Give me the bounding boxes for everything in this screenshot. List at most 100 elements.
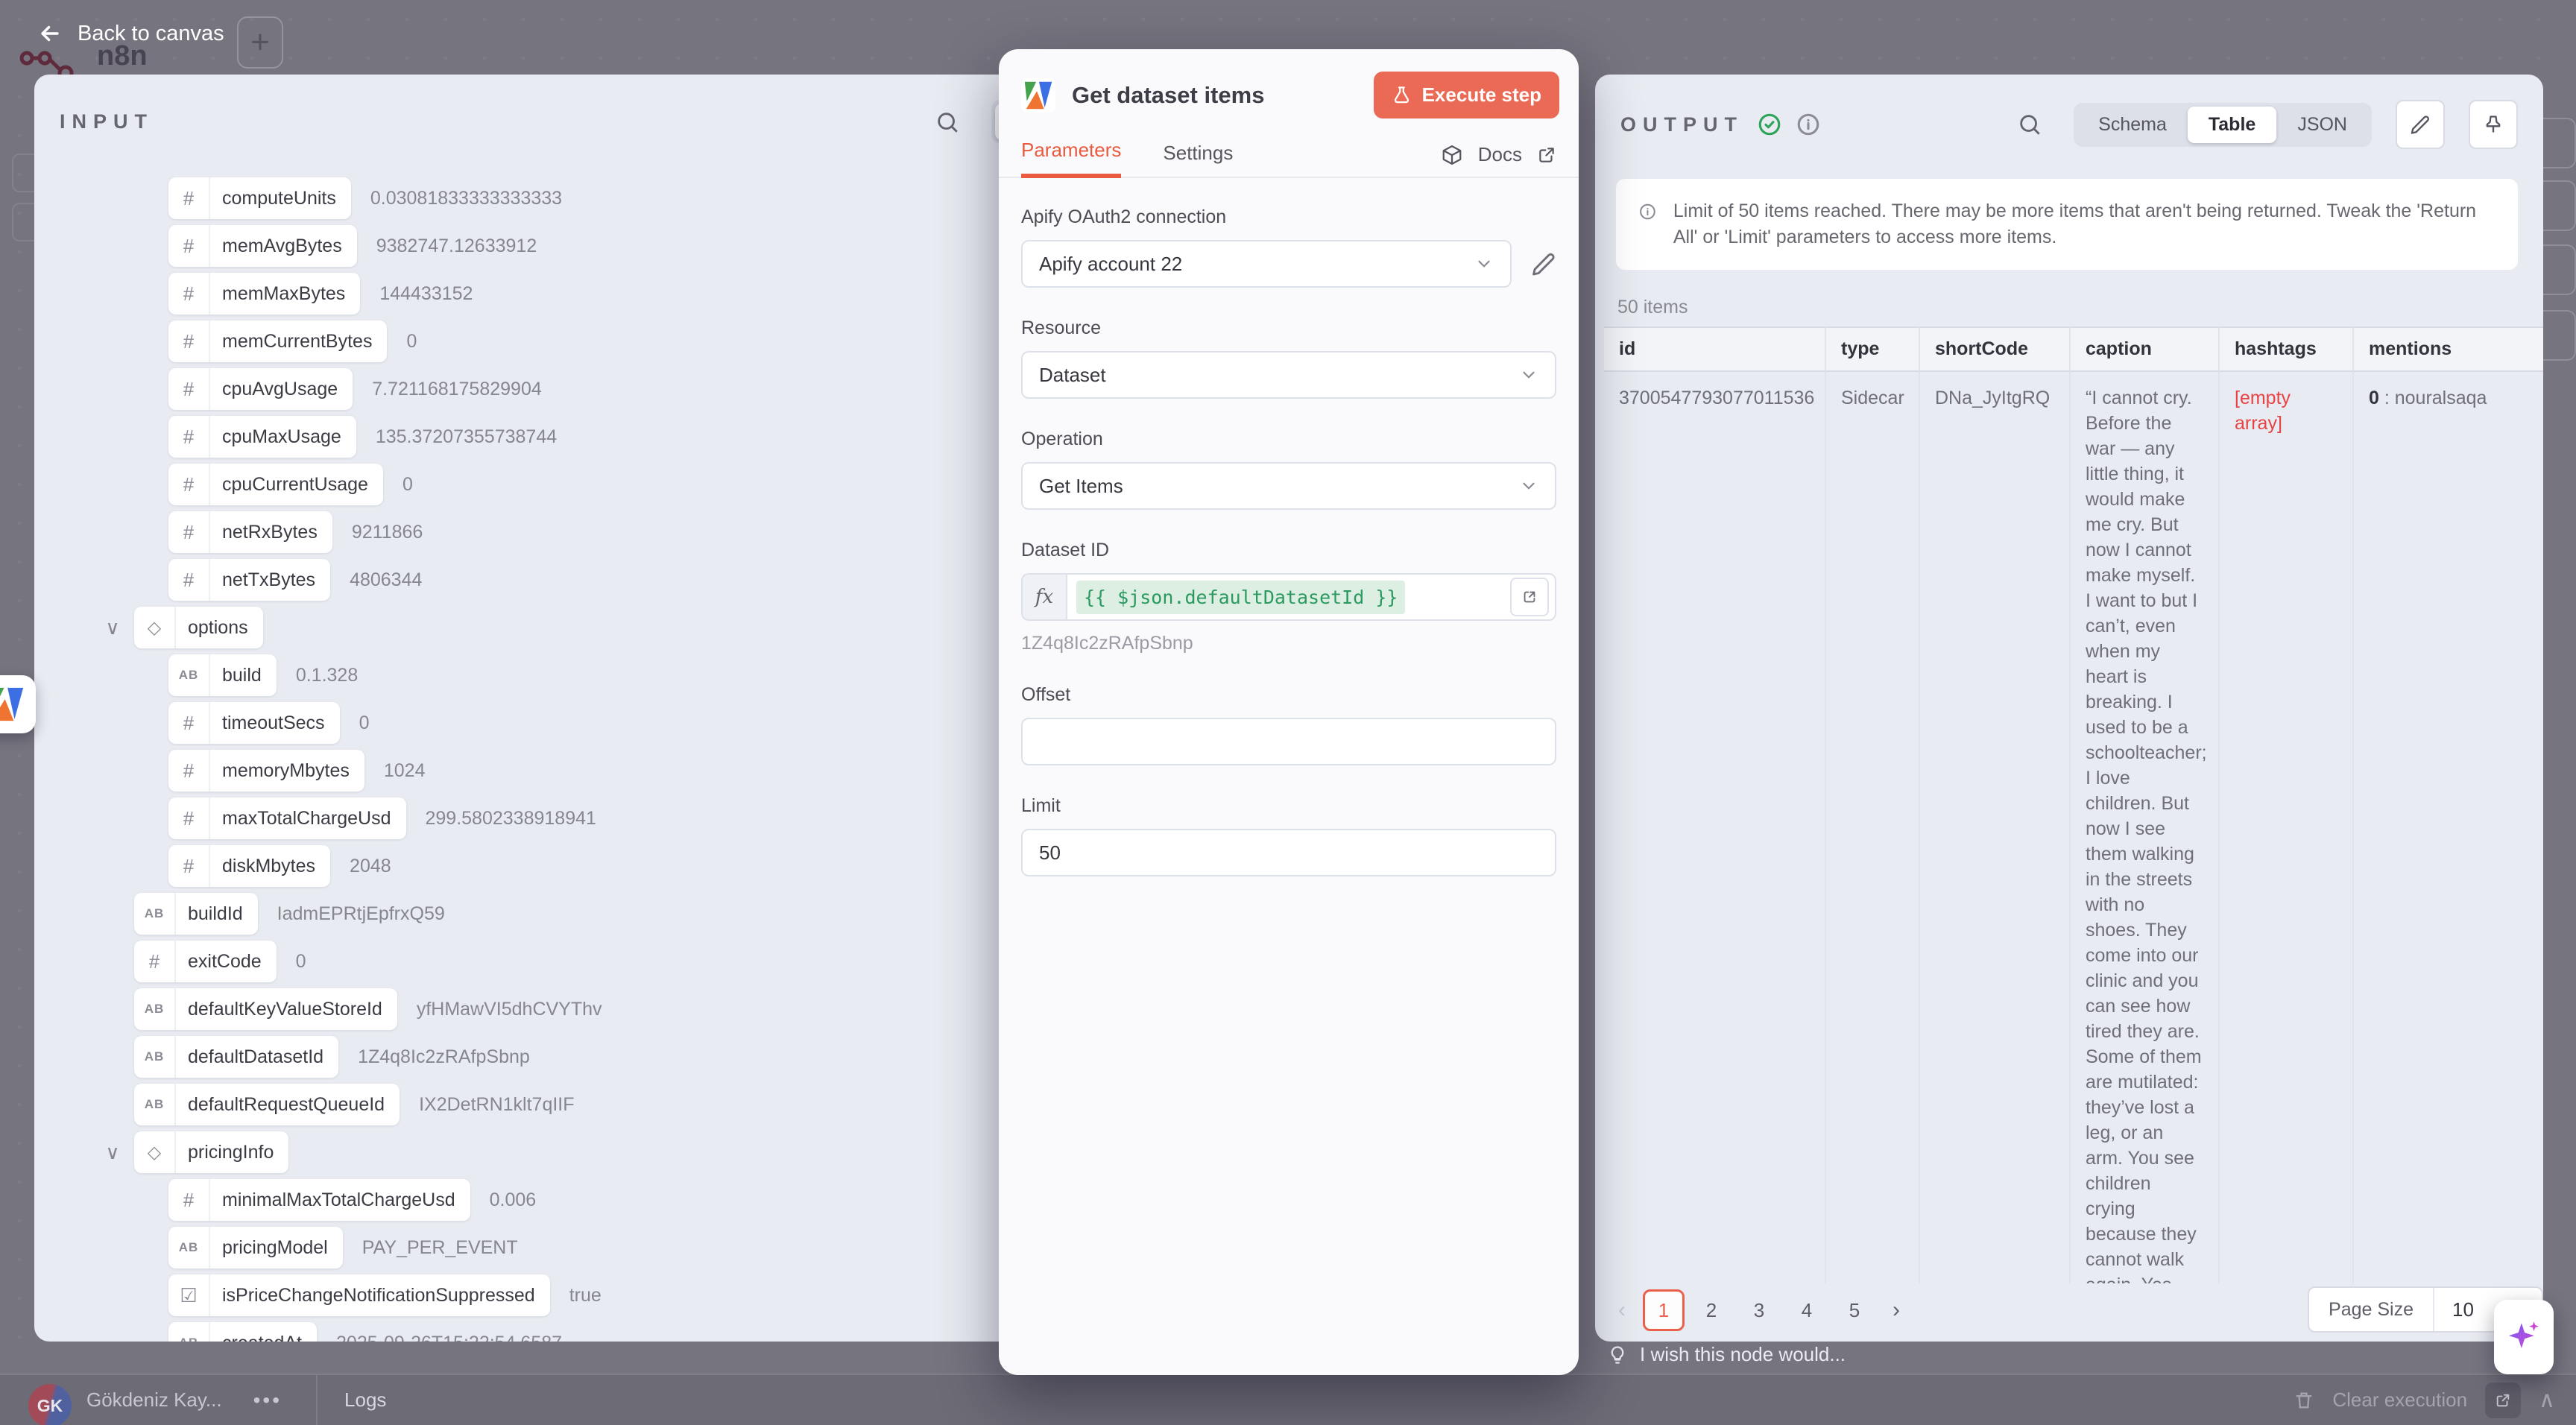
- resource-label: Resource: [1021, 317, 1556, 339]
- dataset-id-expression-input[interactable]: {{ $json.defaultDatasetId }}: [1066, 573, 1556, 621]
- schema-field-name: createdAt: [210, 1333, 317, 1342]
- lightbulb-icon: [1607, 1345, 1628, 1365]
- str-type-icon: AB: [168, 1322, 210, 1342]
- next-page-icon[interactable]: ›: [1881, 1298, 1911, 1323]
- fx-badge: fx: [1021, 573, 1066, 621]
- connection-select[interactable]: Apify account 22: [1021, 240, 1512, 288]
- search-icon[interactable]: [2017, 112, 2042, 137]
- pop-out-button[interactable]: [2485, 1383, 2521, 1418]
- schema-field-pill: #memCurrentBytes: [168, 320, 387, 362]
- obj-type-icon: ◇: [134, 607, 176, 648]
- schema-field-value: 144433152: [379, 283, 473, 305]
- num-type-icon: #: [168, 368, 210, 410]
- schema-field-name: maxTotalChargeUsd: [210, 808, 406, 830]
- schema-field-pill: ABbuildId: [134, 893, 258, 935]
- limit-reached-text: Limit of 50 items reached. There may be …: [1673, 198, 2496, 250]
- schema-field-name: pricingInfo: [176, 1142, 288, 1163]
- limit-reached-banner: Limit of 50 items reached. There may be …: [1616, 179, 2518, 270]
- schema-field-pill: #exitCode: [134, 941, 277, 982]
- edit-output-button[interactable]: [2396, 100, 2445, 149]
- chevron-down-icon[interactable]: ∨: [100, 616, 125, 639]
- info-circle-icon[interactable]: [1796, 112, 1821, 137]
- page-button[interactable]: 2: [1690, 1289, 1732, 1331]
- cube-icon[interactable]: [1441, 144, 1463, 166]
- schema-field-pill: #cpuAvgUsage: [168, 368, 353, 410]
- schema-field-pill: ABpricingModel: [168, 1227, 343, 1268]
- open-expression-editor-button[interactable]: [1510, 578, 1549, 616]
- output-tab-table[interactable]: Table: [2188, 107, 2276, 143]
- schema-field-pill: #cpuMaxUsage: [168, 416, 356, 458]
- schema-field-value: IX2DetRN1klt7qIIF: [419, 1094, 574, 1116]
- schema-field-name: memoryMbytes: [210, 760, 364, 782]
- num-type-icon: #: [168, 464, 210, 505]
- schema-field-pill: #maxTotalChargeUsd: [168, 797, 406, 839]
- sparkle-icon: [2505, 1318, 2542, 1356]
- schema-field-value: 135.37207355738744: [376, 426, 557, 448]
- num-type-icon: #: [168, 511, 210, 553]
- schema-field-pill: ABdefaultRequestQueueId: [134, 1084, 400, 1125]
- expression-text: {{ $json.defaultDatasetId }}: [1076, 581, 1405, 614]
- page-button[interactable]: 3: [1738, 1289, 1780, 1331]
- schema-field-value: 9211866: [352, 522, 423, 543]
- num-type-icon: #: [168, 273, 210, 315]
- schema-field-pill: #minimalMaxTotalChargeUsd: [168, 1179, 470, 1221]
- chevron-down-icon: [1474, 254, 1494, 274]
- limit-input[interactable]: [1021, 829, 1556, 876]
- user-name[interactable]: Gökdeniz Kay...: [86, 1388, 222, 1412]
- schema-field-name: memAvgBytes: [210, 236, 357, 257]
- connection-label: Apify OAuth2 connection: [1021, 206, 1556, 228]
- flask-icon: [1392, 85, 1412, 105]
- schema-field-value: 0: [296, 951, 306, 973]
- column-header: shortCode: [1920, 326, 2071, 372]
- input-source-node-icon[interactable]: [0, 675, 36, 733]
- clear-execution-button[interactable]: Clear execution: [2332, 1388, 2467, 1412]
- schema-field-pill: #cpuCurrentUsage: [168, 464, 383, 505]
- page-button[interactable]: 5: [1834, 1289, 1875, 1331]
- avatar[interactable]: GK: [28, 1384, 72, 1425]
- pin-data-button[interactable]: [2469, 100, 2518, 149]
- schema-field-name: timeoutSecs: [210, 712, 340, 734]
- collapse-panel-icon[interactable]: ∧: [2539, 1387, 2555, 1413]
- execute-step-button[interactable]: Execute step: [1374, 72, 1559, 119]
- canvas-add-node-button[interactable]: +: [237, 16, 283, 69]
- user-menu-icon[interactable]: •••: [253, 1388, 282, 1412]
- column-header: id: [1604, 326, 1826, 372]
- page-button[interactable]: 4: [1786, 1289, 1828, 1331]
- schema-field-name: pricingModel: [210, 1237, 343, 1259]
- schema-field-name: isPriceChangeNotificationSuppressed: [210, 1285, 550, 1306]
- edit-connection-icon[interactable]: [1531, 251, 1556, 277]
- output-view-switcher: Schema Table JSON: [2074, 103, 2372, 147]
- apify-node-icon: [1021, 78, 1055, 113]
- external-link-icon[interactable]: [1537, 145, 1556, 165]
- output-panel: OUTPUT Schema Table JSON: [1595, 75, 2543, 1342]
- search-icon[interactable]: [935, 110, 960, 135]
- node-title[interactable]: Get dataset items: [1072, 82, 1357, 109]
- table-cell-mentions: 0 : nouralsaqa: [2354, 372, 2543, 1283]
- str-type-icon: AB: [134, 893, 176, 935]
- tab-settings[interactable]: Settings: [1163, 142, 1233, 177]
- docs-link[interactable]: Docs: [1478, 143, 1522, 166]
- output-tab-json[interactable]: JSON: [2276, 107, 2368, 143]
- operation-select[interactable]: Get Items: [1021, 462, 1556, 510]
- resource-select[interactable]: Dataset: [1021, 351, 1556, 399]
- chevron-down-icon[interactable]: ∨: [100, 1141, 125, 1164]
- schema-field-name: cpuAvgUsage: [210, 379, 353, 400]
- schema-field-name: memCurrentBytes: [210, 331, 387, 353]
- node-feedback-link[interactable]: I wish this node would...: [1607, 1343, 1846, 1366]
- page-button[interactable]: 1: [1643, 1289, 1685, 1331]
- prev-page-icon[interactable]: ‹: [1607, 1298, 1637, 1323]
- apify-node-icon: [0, 683, 28, 725]
- node-feedback-text: I wish this node would...: [1640, 1343, 1846, 1366]
- back-to-canvas-button[interactable]: Back to canvas: [37, 21, 224, 46]
- offset-input[interactable]: [1021, 718, 1556, 765]
- table-cell: DNa_JyItgRQ: [1920, 372, 2071, 1283]
- schema-field-name: build: [210, 665, 277, 686]
- output-tab-schema[interactable]: Schema: [2077, 107, 2188, 143]
- resource-value: Dataset: [1039, 364, 1519, 387]
- schema-field-value: 1Z4q8Ic2zRAfpSbnp: [358, 1046, 530, 1068]
- tab-parameters[interactable]: Parameters: [1021, 139, 1121, 178]
- str-type-icon: AB: [134, 988, 176, 1030]
- logs-label[interactable]: Logs: [344, 1388, 386, 1412]
- num-type-icon: #: [168, 416, 210, 458]
- ai-assistant-button[interactable]: [2494, 1300, 2554, 1374]
